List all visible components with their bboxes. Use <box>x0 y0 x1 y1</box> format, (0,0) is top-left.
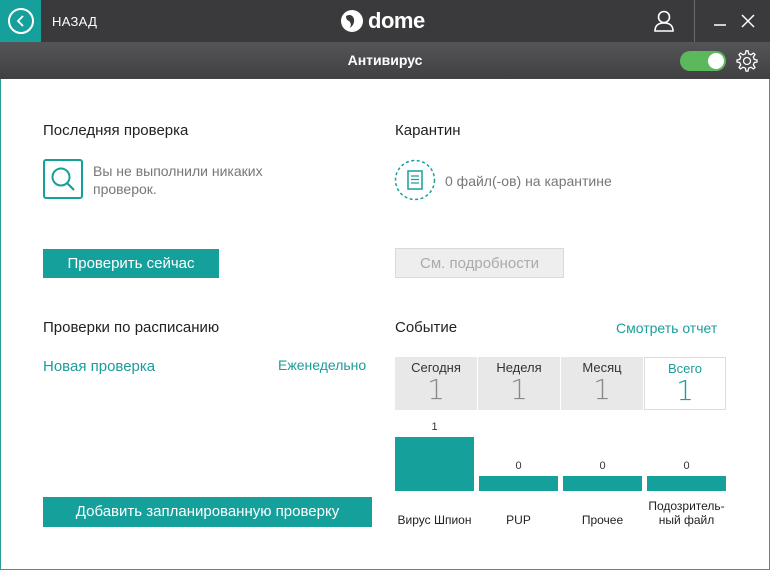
panda-logo-icon <box>341 10 363 32</box>
period-count: 1 <box>676 374 694 407</box>
title-separator <box>694 0 695 42</box>
last-scan-title: Последняя проверка <box>43 122 189 139</box>
user-icon <box>654 10 674 32</box>
chart-bar <box>395 437 474 491</box>
scan-frequency-link[interactable]: Еженедельно <box>278 357 366 373</box>
period-count: 1 <box>510 373 528 406</box>
brand-logo: dome <box>340 8 425 34</box>
toggle-knob <box>708 53 724 69</box>
minimize-button[interactable] <box>708 8 732 34</box>
gear-icon <box>736 50 758 72</box>
close-button[interactable] <box>736 8 760 34</box>
add-scheduled-scan-button[interactable]: Добавить запланированную проверку <box>43 497 372 527</box>
section-header: Антивирус <box>0 42 770 79</box>
period-count: 1 <box>427 373 445 406</box>
quarantine-title: Карантин <box>395 122 461 139</box>
back-label[interactable]: НАЗАД <box>52 14 97 29</box>
scheduled-scans-title: Проверки по расписанию <box>43 319 220 336</box>
chart-value-label: 0 <box>515 460 522 472</box>
chevron-left-icon <box>7 8 34 34</box>
period-tab[interactable]: Всего 1 <box>644 357 726 410</box>
antivirus-toggle[interactable] <box>680 51 726 71</box>
view-report-link[interactable]: Смотреть отчет <box>616 320 717 336</box>
chart-category-label: Подозритель- ный файл <box>648 499 725 527</box>
chart-category-label: Прочее <box>581 513 624 527</box>
chart-category-label: Вирус Шпион <box>397 513 472 527</box>
user-account-button[interactable] <box>645 6 683 36</box>
chart-bar <box>563 476 642 491</box>
back-button[interactable] <box>0 0 41 42</box>
chart-category-label: PUP <box>506 513 531 527</box>
events-title: Событие <box>395 319 458 336</box>
chart-value-label: 0 <box>599 460 606 472</box>
period-count: 1 <box>593 373 611 406</box>
chart-bar <box>647 476 726 491</box>
brand-name: dome <box>368 8 425 33</box>
quarantine-message: 0 файл(-ов) на карантине <box>445 173 612 189</box>
period-tab[interactable]: Месяц 1 <box>561 357 643 410</box>
view-details-button[interactable]: См. подробности <box>395 248 564 278</box>
search-icon <box>43 159 83 199</box>
period-tab[interactable]: Неделя 1 <box>478 357 560 410</box>
chart-value-label: 1 <box>431 421 438 433</box>
new-scan-link[interactable]: Новая проверка <box>43 358 155 375</box>
title-bar: НАЗАД dome <box>0 0 770 42</box>
chart-bar <box>479 476 558 491</box>
minimize-icon <box>714 24 726 26</box>
last-scan-message: Вы не выполнили никаких проверок. <box>93 163 263 197</box>
scan-now-button[interactable]: Проверить сейчас <box>43 249 219 278</box>
settings-button[interactable] <box>735 49 759 73</box>
chart-value-label: 0 <box>683 460 690 472</box>
close-icon <box>741 14 755 28</box>
page-title: Антивирус <box>347 52 423 68</box>
period-tab[interactable]: Сегодня 1 <box>395 357 477 410</box>
quarantine-document-icon <box>394 159 436 201</box>
